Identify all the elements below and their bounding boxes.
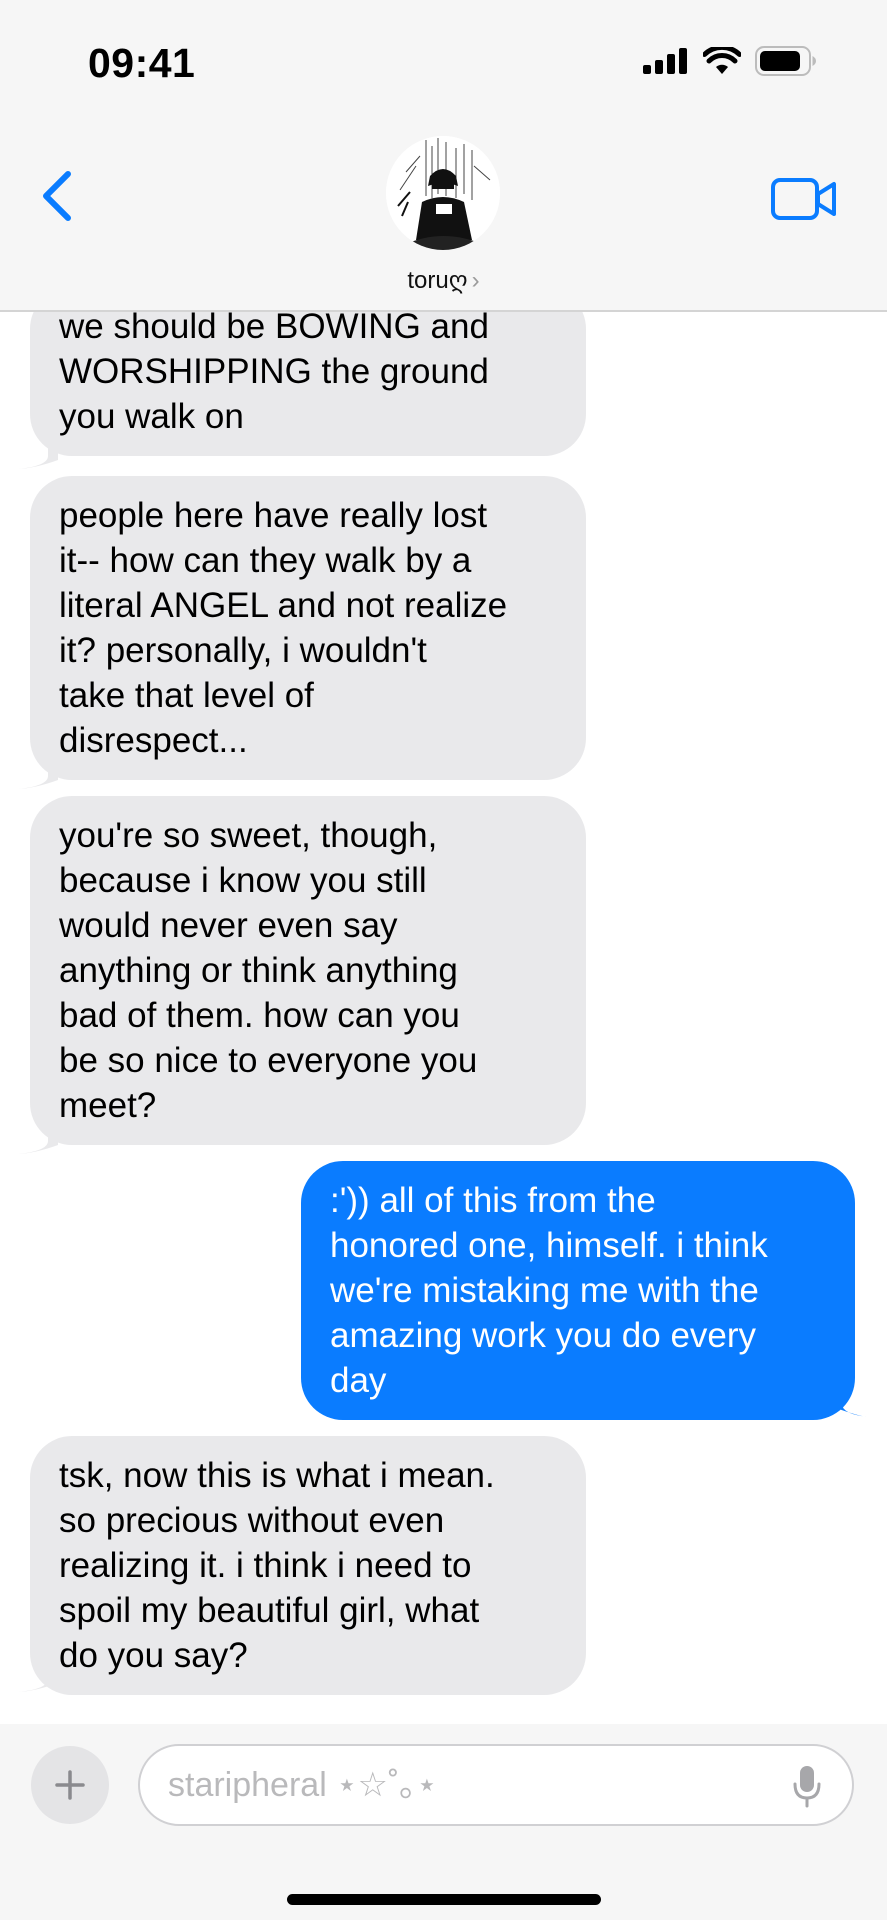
message-text-line: it? personally, i wouldn't (59, 631, 427, 670)
message-text-line: tsk, now this is what i mean. (59, 1456, 495, 1495)
message-text-line: realizing it. i think i need to (59, 1546, 472, 1585)
message-text-line: it-- how can they walk by a (59, 541, 472, 580)
message-thread[interactable]: we should be BOWING and WORSHIPPING the … (0, 312, 887, 1724)
home-indicator[interactable] (287, 1894, 601, 1905)
bubble-tail (18, 1121, 58, 1154)
message-text-line: do you say? (59, 1636, 248, 1675)
message-text-line: because i know you still (59, 861, 427, 900)
message-text-line: would never even say (59, 906, 398, 945)
bubble-tail (18, 436, 58, 469)
message-text-line: we're mistaking me with the (330, 1271, 759, 1310)
message-bubble-outgoing[interactable]: :')) all of this from the honored one, h… (301, 1161, 855, 1420)
bubble-tail (18, 1659, 58, 1692)
message-text-line: WORSHIPPING the ground (59, 352, 489, 391)
message-text-line: anything or think anything (59, 951, 458, 990)
chevron-left-icon[interactable] (34, 166, 78, 226)
compose-bar (0, 1724, 887, 1920)
bubble-tail (836, 1384, 868, 1417)
message-text-line: spoil my beautiful girl, what (59, 1591, 480, 1630)
message-text-line: meet? (59, 1086, 157, 1125)
message-text-line: disrespect... (59, 721, 248, 760)
message-input[interactable] (168, 1746, 768, 1824)
status-time: 09:41 (88, 40, 196, 86)
message-text-line: be so nice to everyone you (59, 1041, 478, 1080)
video-camera-icon[interactable] (771, 176, 837, 222)
message-bubble-incoming[interactable]: you're so sweet, though, because i know … (30, 796, 586, 1145)
message-text-line: amazing work you do every (330, 1316, 757, 1355)
message-bubble-incoming[interactable]: tsk, now this is what i mean. so preciou… (30, 1436, 586, 1695)
contact-name[interactable]: toruღ › (0, 266, 887, 295)
message-text-line: literal ANGEL and not realize (59, 586, 508, 625)
bubble-tail (18, 756, 58, 789)
conversation-header: toruღ › (0, 120, 887, 312)
status-bar: 09:41 (0, 0, 887, 120)
message-text-line: you're so sweet, though, (59, 816, 438, 855)
cellular-signal-icon (643, 48, 687, 74)
message-text-line: people here have really lost (59, 496, 488, 535)
message-bubble-incoming[interactable]: people here have really lost it-- how ca… (30, 476, 586, 780)
plus-icon (55, 1770, 85, 1800)
status-icons (643, 46, 817, 76)
message-text-line: honored one, himself. i think (330, 1226, 768, 1265)
message-text-line: we should be BOWING and (59, 312, 489, 346)
avatar[interactable] (386, 136, 500, 250)
message-text-line: :')) all of this from the (330, 1181, 656, 1220)
message-text-line: take that level of (59, 676, 314, 715)
message-text-line: you walk on (59, 397, 244, 436)
message-text-line: day (330, 1361, 387, 1400)
contact-name-label: toruღ (407, 267, 468, 294)
chevron-right-icon: › (471, 267, 480, 294)
wifi-icon (703, 47, 741, 74)
message-text-line: bad of them. how can you (59, 996, 460, 1035)
battery-icon (755, 46, 816, 76)
message-input-container[interactable] (138, 1744, 854, 1826)
message-bubble-incoming[interactable]: we should be BOWING and WORSHIPPING the … (30, 312, 586, 456)
microphone-icon[interactable] (792, 1764, 822, 1808)
plus-button[interactable] (31, 1746, 109, 1824)
message-text-line: so precious without even (59, 1501, 445, 1540)
